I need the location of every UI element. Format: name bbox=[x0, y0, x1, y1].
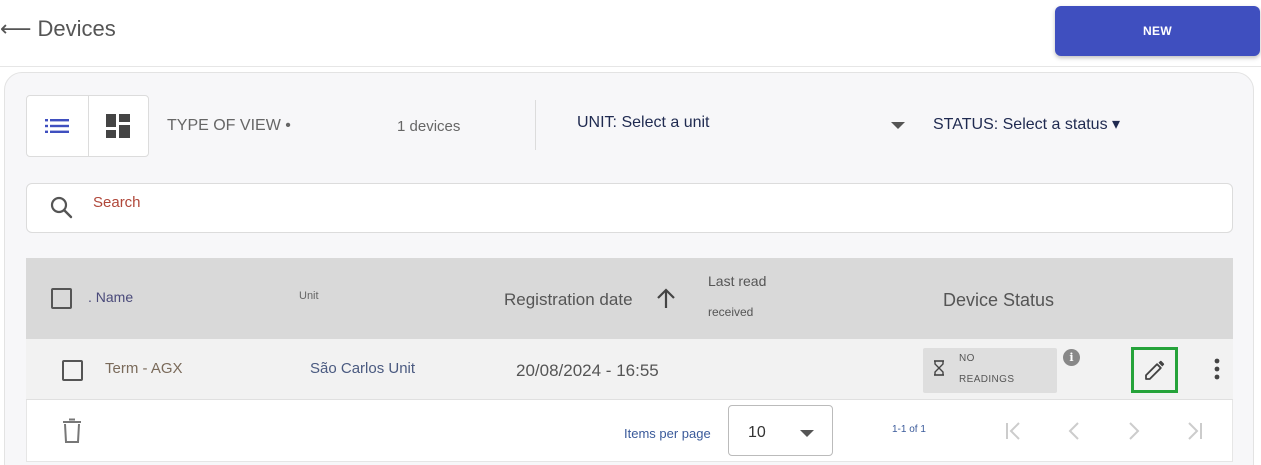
hourglass-icon bbox=[934, 360, 944, 376]
device-name: Term - AGX bbox=[105, 360, 183, 377]
items-per-page-select[interactable] bbox=[728, 405, 833, 456]
pagination-range: 1-1 of 1 bbox=[892, 424, 926, 435]
page-title: Devices bbox=[37, 16, 116, 41]
search-icon bbox=[50, 196, 73, 219]
more-vertical-icon[interactable] bbox=[1209, 356, 1225, 382]
column-header-name[interactable]: . Name bbox=[88, 289, 133, 305]
items-per-page-caret-icon[interactable] bbox=[800, 430, 814, 437]
toolbar-divider bbox=[535, 100, 536, 150]
sort-ascending-icon[interactable] bbox=[655, 288, 677, 310]
status-select[interactable]: STATUS: Select a status ▾ bbox=[933, 114, 1120, 134]
page-header: ⟵ Devices bbox=[0, 16, 116, 42]
list-icon bbox=[45, 119, 70, 133]
view-toggle bbox=[26, 95, 149, 157]
dashboard-icon bbox=[106, 114, 131, 138]
column-header-last-read[interactable]: Last read bbox=[708, 273, 766, 289]
column-header-device-status[interactable]: Device Status bbox=[943, 290, 1054, 311]
unit-select[interactable]: UNIT: Select a unit bbox=[577, 114, 710, 132]
trash-icon[interactable] bbox=[61, 418, 83, 444]
edit-button[interactable] bbox=[1131, 347, 1178, 393]
devices-page: ⟵ Devices NEW TYPE OF VIEW • 1 devices U… bbox=[0, 0, 1261, 465]
column-header-registration-date[interactable]: Registration date bbox=[504, 290, 633, 310]
items-per-page-value[interactable]: 10 bbox=[748, 424, 766, 442]
grid-view-button[interactable] bbox=[87, 96, 149, 156]
header-divider bbox=[0, 66, 1261, 67]
row-checkbox[interactable] bbox=[62, 360, 83, 381]
status-text-line2: READINGS bbox=[959, 374, 1015, 385]
back-arrow-icon[interactable]: ⟵ bbox=[0, 18, 32, 40]
search-input[interactable] bbox=[93, 194, 593, 211]
info-icon[interactable]: i bbox=[1063, 349, 1080, 366]
first-page-icon[interactable] bbox=[1003, 420, 1025, 442]
select-all-checkbox[interactable] bbox=[51, 288, 72, 309]
items-per-page-label: Items per page bbox=[624, 426, 711, 441]
new-device-button[interactable]: NEW bbox=[1055, 6, 1260, 56]
device-unit: São Carlos Unit bbox=[310, 360, 416, 377]
unit-dropdown-caret-icon[interactable] bbox=[891, 122, 905, 129]
column-header-last-read-received: received bbox=[708, 305, 754, 319]
previous-page-icon[interactable] bbox=[1063, 420, 1085, 442]
status-text-line1: NO bbox=[959, 353, 975, 364]
next-page-icon[interactable] bbox=[1123, 420, 1145, 442]
type-of-view-label[interactable]: TYPE OF VIEW • bbox=[167, 117, 291, 135]
column-header-unit[interactable]: Unit bbox=[299, 290, 319, 302]
last-page-icon[interactable] bbox=[1183, 420, 1205, 442]
device-registration-date: 20/08/2024 - 16:55 bbox=[516, 361, 659, 380]
devices-count: 1 devices bbox=[397, 118, 461, 135]
list-view-button[interactable] bbox=[27, 96, 88, 156]
pencil-icon bbox=[1144, 360, 1164, 380]
